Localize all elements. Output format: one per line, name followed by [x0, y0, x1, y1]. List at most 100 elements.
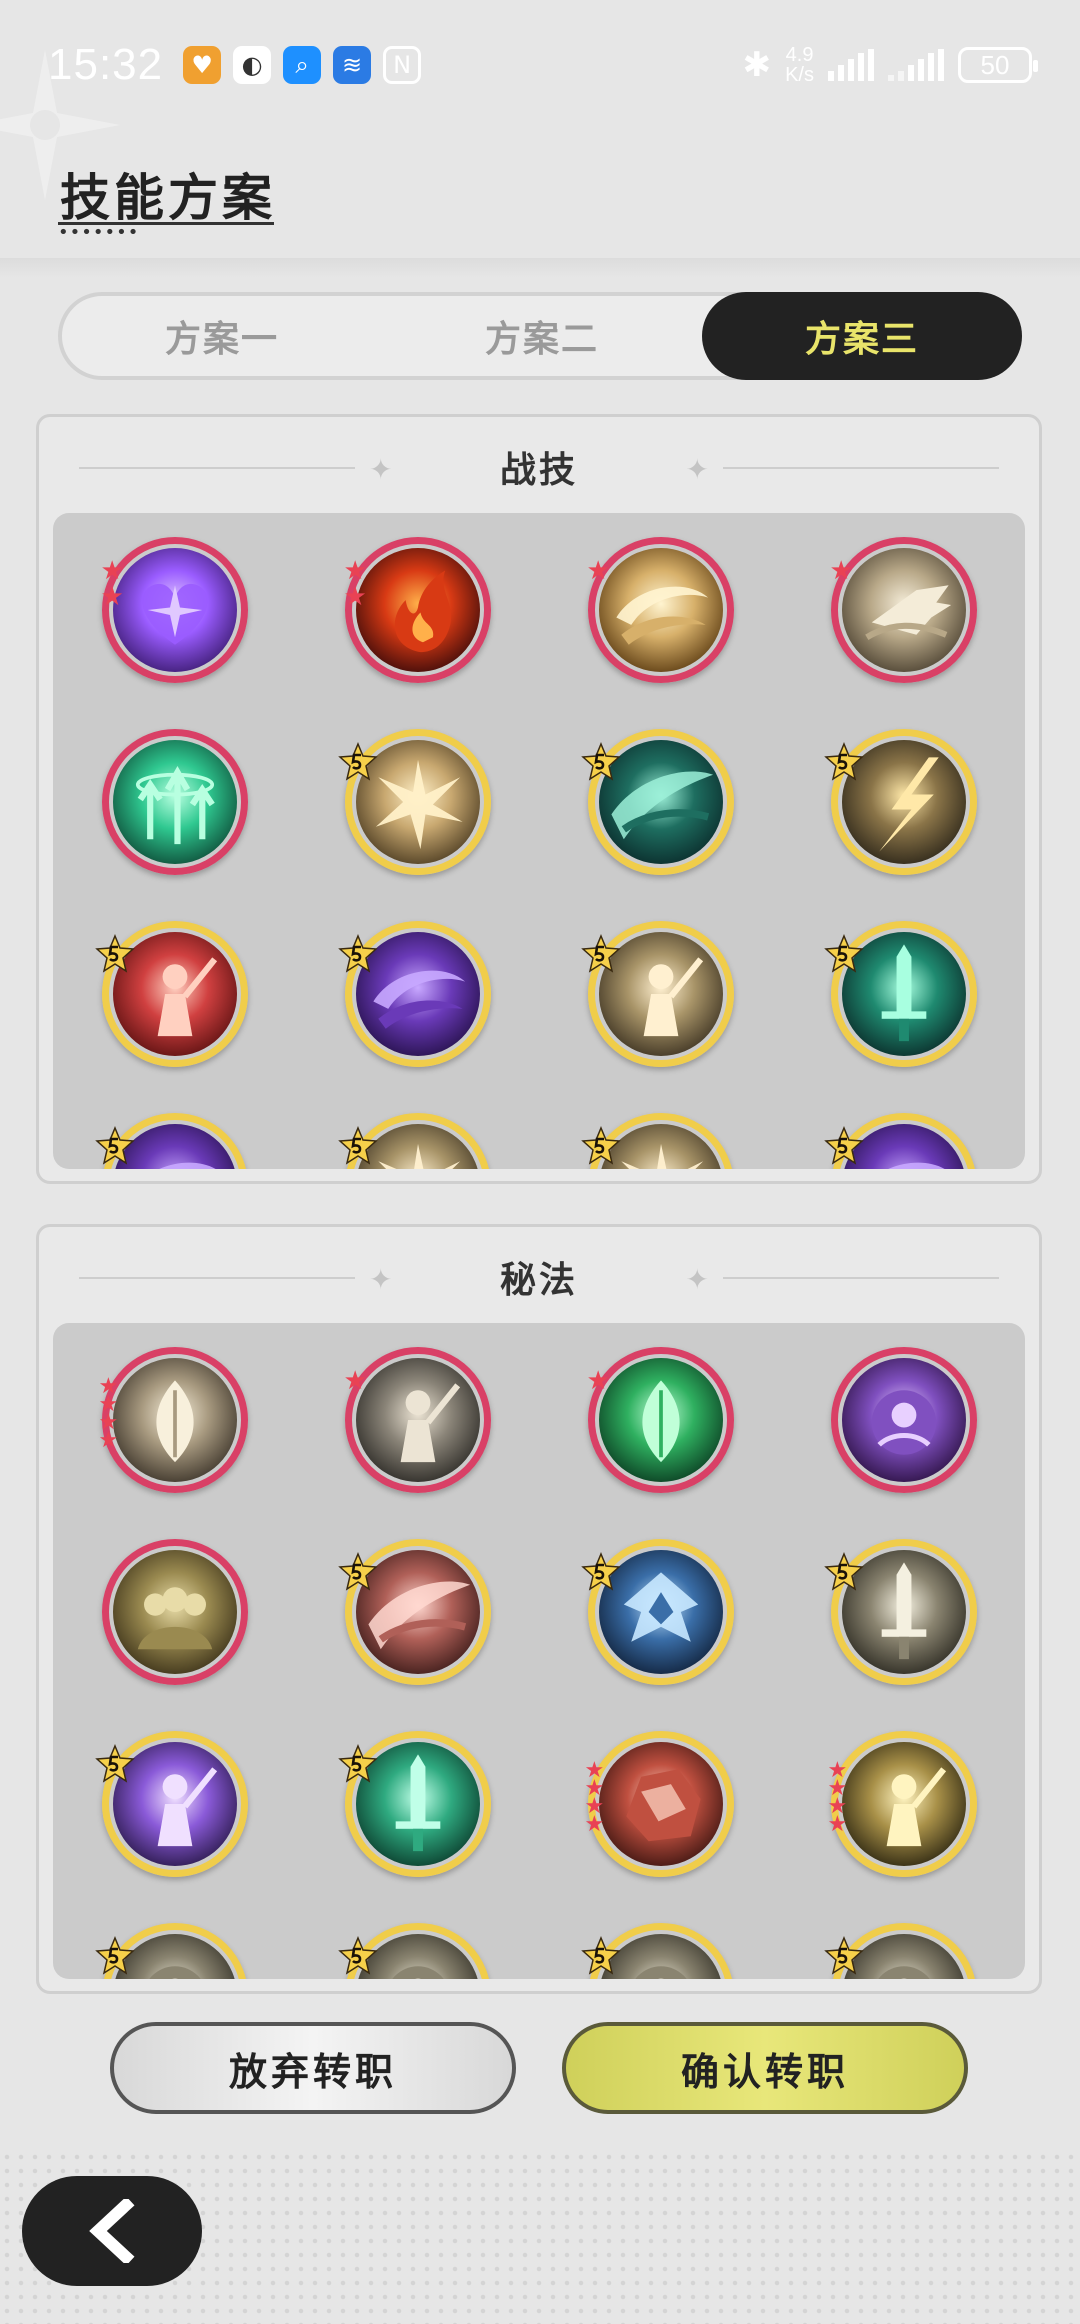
skill-icon-button[interactable]: [94, 921, 248, 1067]
skill-icon-button[interactable]: ★: [829, 537, 977, 683]
nfc-icon: N: [383, 46, 422, 84]
skill-icon-button[interactable]: [580, 1113, 734, 1169]
skill-art: [598, 1358, 723, 1482]
header-line: [723, 1277, 999, 1279]
skill-icon-button[interactable]: ★: [343, 1347, 491, 1493]
skill-icon-button[interactable]: ★ ★ ★ ★: [99, 1347, 248, 1493]
skill-icon-button[interactable]: [823, 1539, 977, 1685]
skill-art-icon: [112, 1550, 237, 1674]
skill-icon-button[interactable]: [101, 1539, 248, 1685]
skill-art: [112, 1550, 237, 1674]
tab-plan-2[interactable]: 方案二: [382, 296, 702, 376]
skill-cell: [53, 1539, 296, 1685]
skill-icon-button[interactable]: [94, 1923, 248, 1979]
skill-art-icon: [598, 548, 723, 672]
tab-plan-3[interactable]: 方案三: [702, 292, 1022, 380]
abandon-class-change-button[interactable]: 放弃转职: [110, 2022, 516, 2114]
level-five-badge-icon: [337, 1126, 378, 1165]
skill-icon-button[interactable]: [337, 921, 491, 1067]
skill-icon-button[interactable]: [580, 1539, 734, 1685]
back-button[interactable]: [22, 2176, 202, 2286]
skill-icon-button[interactable]: [337, 1539, 491, 1685]
skill-icon-button[interactable]: ★: [587, 1347, 734, 1493]
skill-cell: [782, 921, 1025, 1067]
skill-icon-button[interactable]: [823, 729, 977, 875]
title-dots: •••••••: [58, 222, 140, 243]
skill-cell: [782, 1923, 1025, 1979]
skill-cell: [296, 1923, 539, 1979]
skill-cell: [53, 1113, 296, 1169]
skill-icon-button[interactable]: [580, 1923, 734, 1979]
skill-icon-button[interactable]: ★ ★ ★ ★: [828, 1731, 977, 1877]
level-five-badge-icon: [580, 1936, 621, 1975]
skill-art: [598, 548, 723, 672]
rank-stars-icon: ★ ★ ★ ★: [584, 1758, 605, 1837]
arcane-skills-panel: ✦ 秘法 ✦ ★ ★ ★ ★ ★ ★ ★ ★ ★ ★ ★ ★ ★ ★: [36, 1224, 1042, 1994]
skill-cell: [782, 729, 1025, 875]
skill-icon-button[interactable]: [94, 1731, 248, 1877]
rank-star-icon: ★: [343, 1366, 367, 1396]
skill-cell: [539, 1539, 782, 1685]
skill-cell: ★: [296, 1347, 539, 1493]
skill-cell: [539, 729, 782, 875]
signal-2-icon: [888, 49, 944, 81]
rank-star-icon: ★: [586, 556, 610, 586]
chevron-left-icon: [89, 2199, 135, 2263]
battery-level: 50: [980, 49, 1010, 80]
sparkle-icon: ✦: [685, 1263, 709, 1296]
skill-icon-button[interactable]: [94, 1113, 248, 1169]
rank-star-icon: ★ ★: [343, 556, 367, 612]
section-title-arcane: 秘法: [499, 1260, 578, 1301]
skill-cell: ★: [539, 1347, 782, 1493]
skill-icon-button[interactable]: [337, 1731, 491, 1877]
skill-icon-button[interactable]: [337, 729, 491, 875]
skill-icon-button[interactable]: ★ ★: [101, 537, 248, 683]
skill-icon-button[interactable]: ★ ★: [343, 537, 491, 683]
skill-icon-button[interactable]: [823, 921, 977, 1067]
tab-plan-1[interactable]: 方案一: [62, 296, 382, 376]
skill-grid-scroll[interactable]: ★ ★ ★ ★ ★ ★: [53, 513, 1025, 1169]
skill-art: [598, 1742, 723, 1866]
skill-cell: [296, 729, 539, 875]
header-divider: [0, 258, 1080, 278]
bluetooth-icon: ✱: [742, 45, 772, 85]
skill-icon-button[interactable]: [337, 1923, 491, 1979]
skill-icon-button[interactable]: [580, 729, 734, 875]
skill-art-icon: [112, 548, 237, 672]
header-line: [723, 467, 999, 469]
level-five-badge-icon: [580, 742, 621, 781]
net-speed: 4.9 K/s: [785, 45, 814, 85]
skill-icon-button[interactable]: [337, 1113, 491, 1169]
skill-icon-button[interactable]: [823, 1113, 977, 1169]
skill-cell: [539, 1923, 782, 1979]
skill-cell: [296, 921, 539, 1067]
skill-art: [112, 1358, 237, 1482]
rank-star-icon: ★: [829, 556, 853, 586]
skill-icon-button[interactable]: [580, 921, 734, 1067]
skill-art: [112, 548, 237, 672]
skill-art-icon: [841, 1742, 966, 1866]
level-five-badge-icon: [823, 1936, 864, 1975]
level-five-badge-icon: [823, 1552, 864, 1591]
section-title-combat: 战技: [499, 450, 578, 491]
level-five-badge-icon: [823, 1126, 864, 1165]
skill-grid-scroll[interactable]: ★ ★ ★ ★ ★ ★ ★ ★ ★ ★ ★ ★ ★ ★: [53, 1323, 1025, 1979]
header-line: [79, 467, 355, 469]
skill-cell: ★ ★ ★ ★: [539, 1731, 782, 1877]
skill-icon-button[interactable]: [823, 1923, 977, 1979]
skill-icon-button[interactable]: [830, 1347, 977, 1493]
confirm-class-change-button[interactable]: 确认转职: [562, 2022, 968, 2114]
skill-art-icon: [598, 1742, 723, 1866]
level-five-badge-icon: [337, 934, 378, 973]
skill-art: [841, 548, 966, 672]
signal-icon: [828, 49, 874, 81]
skill-cell: ★ ★: [296, 537, 539, 683]
skill-icon-button[interactable]: ★: [586, 537, 734, 683]
skill-icon-button[interactable]: [101, 729, 248, 875]
skill-cell: [296, 1539, 539, 1685]
net-speed-unit: K/s: [785, 64, 814, 86]
skill-cell: [782, 1113, 1025, 1169]
skill-icon-button[interactable]: ★ ★ ★ ★: [584, 1731, 734, 1877]
heart-app-icon: ♥: [183, 46, 222, 84]
plan-tabs: 方案一 方案二 方案三: [58, 292, 1022, 380]
